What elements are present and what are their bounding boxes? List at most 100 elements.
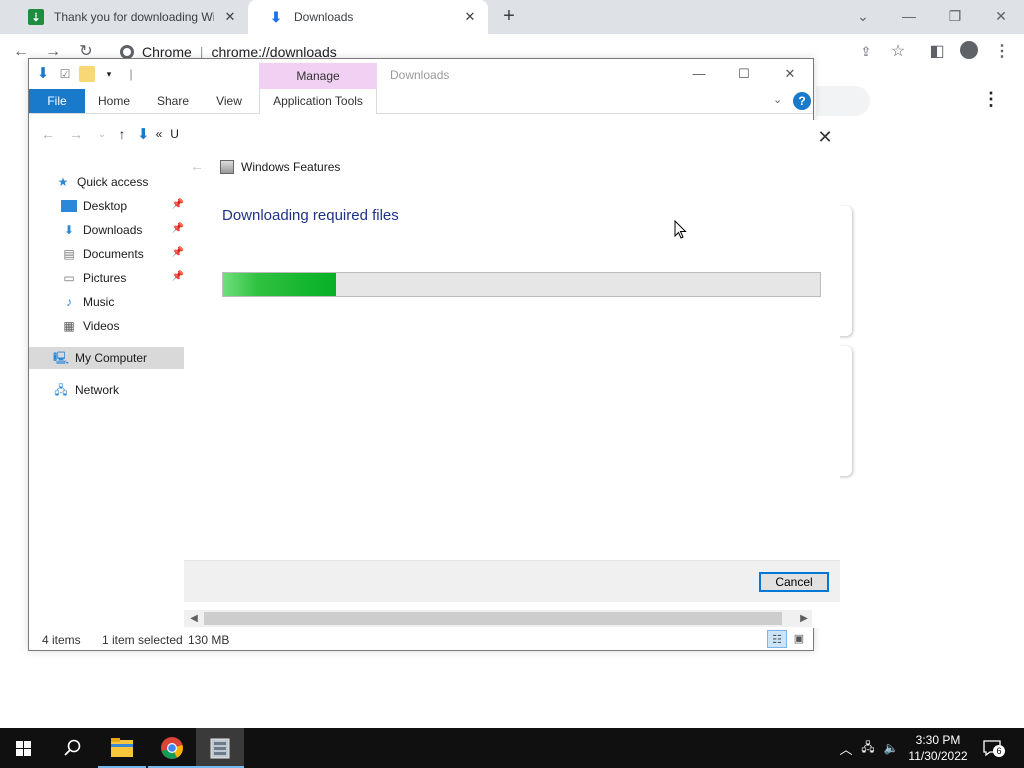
- notification-count-badge: 6: [993, 745, 1005, 757]
- pin-icon: 📌: [171, 223, 184, 234]
- qat-divider: |: [129, 67, 133, 81]
- close-icon[interactable]: ✕: [814, 126, 836, 148]
- dialog-footer: Cancel: [184, 560, 840, 602]
- close-tab-icon[interactable]: ✕: [222, 9, 238, 25]
- scroll-thumb[interactable]: [204, 612, 782, 625]
- scroll-right-icon[interactable]: ▶: [796, 610, 812, 627]
- close-window-button[interactable]: ✕: [989, 4, 1013, 28]
- customize-toolbar-icon[interactable]: ▾: [101, 66, 117, 82]
- large-icons-view-icon[interactable]: ▣: [789, 630, 809, 648]
- action-center-button[interactable]: 6: [982, 738, 1005, 758]
- bookmark-star-icon[interactable]: ☆: [887, 41, 909, 63]
- tab-downloads[interactable]: ⬇ Downloads ✕: [248, 0, 488, 34]
- folder-icon: [111, 738, 133, 757]
- documents-icon: ▤: [63, 247, 75, 261]
- address-row: ← → ⌄ ↑ ⬇ « U: [29, 119, 189, 149]
- pictures-icon: ▭: [63, 271, 75, 285]
- taskbar-clock[interactable]: 3:30 PM 11/30/2022: [900, 732, 976, 764]
- explorer-title-bar: ⬇ ☑ ▾ | Manage Downloads — ☐ ✕: [29, 59, 813, 90]
- nav-pictures[interactable]: ▭ Pictures 📌: [29, 267, 184, 289]
- progress-fill: [223, 273, 337, 296]
- desktop-icon: [61, 200, 77, 212]
- download-folder-icon: ⬇: [36, 65, 50, 82]
- start-button[interactable]: [0, 728, 48, 768]
- windows-features-dialog: ✕ ← Windows Features Downloading require…: [184, 120, 840, 628]
- maximize-button[interactable]: ☐: [730, 64, 758, 84]
- ribbon-tab-application-tools[interactable]: Application Tools: [259, 89, 377, 114]
- address-bar[interactable]: ⬇ « U: [137, 124, 179, 144]
- nav-downloads[interactable]: ⬇ Downloads 📌: [29, 219, 184, 241]
- scroll-left-icon[interactable]: ◀: [186, 610, 202, 627]
- ribbon-tab-view[interactable]: View: [209, 89, 249, 113]
- nav-network[interactable]: 🖧 Network: [29, 379, 184, 401]
- profile-avatar-icon[interactable]: [958, 41, 980, 63]
- taskbar-file-explorer[interactable]: [98, 728, 146, 768]
- chrome-logo-icon: [120, 45, 134, 59]
- help-icon[interactable]: ?: [793, 92, 811, 110]
- new-tab-button[interactable]: +: [498, 6, 520, 28]
- tab-search-icon[interactable]: ⌄: [851, 4, 875, 28]
- tab-thank-you[interactable]: ⇣ Thank you for downloading Wind ✕: [8, 0, 248, 34]
- ribbon-tab-file[interactable]: File: [29, 89, 85, 113]
- status-bar: 4 items 1 item selected 130 MB: [29, 629, 813, 651]
- back-icon[interactable]: ←: [39, 125, 57, 143]
- ribbon-tabs: File Home Share View Application Tools ⌄…: [29, 89, 813, 114]
- star-icon: ★: [57, 175, 69, 189]
- download-arrow-icon: ⬇: [270, 8, 282, 25]
- show-hidden-icons-icon[interactable]: ︿: [836, 739, 856, 758]
- share-icon[interactable]: ⇪: [855, 41, 877, 63]
- nav-my-computer[interactable]: 🖳 My Computer: [29, 347, 184, 369]
- nav-documents[interactable]: ▤ Documents 📌: [29, 243, 184, 265]
- explorer-window-title: Downloads: [390, 68, 450, 82]
- navigation-pane: ★ Quick access Desktop 📌 ⬇ Downloads 📌 ▤…: [29, 169, 184, 419]
- manage-context-tab[interactable]: Manage: [259, 63, 377, 90]
- search-button[interactable]: [48, 728, 96, 768]
- restore-button[interactable]: ❐: [943, 4, 967, 28]
- nav-label: Videos: [83, 319, 120, 333]
- side-panel-icon[interactable]: ◧: [926, 41, 948, 63]
- minimize-button[interactable]: —: [685, 64, 713, 84]
- pin-icon: 📌: [171, 199, 184, 210]
- close-button[interactable]: ✕: [776, 64, 804, 84]
- up-icon[interactable]: ↑: [113, 125, 131, 143]
- view-switcher: ☷ ▣: [765, 630, 809, 648]
- downloads-menu-icon[interactable]: ⋮: [982, 88, 1000, 112]
- details-view-icon[interactable]: ☷: [767, 630, 787, 648]
- downloads-icon: ⬇: [63, 223, 75, 237]
- taskbar-windows-features[interactable]: [196, 728, 244, 768]
- expand-ribbon-icon[interactable]: ⌄: [773, 93, 782, 106]
- windows-logo-icon: [16, 741, 31, 756]
- network-icon: 🖧: [54, 383, 68, 397]
- close-tab-icon[interactable]: ✕: [462, 9, 478, 25]
- nav-label: My Computer: [75, 351, 148, 365]
- ribbon-tab-share[interactable]: Share: [151, 89, 195, 113]
- nav-desktop[interactable]: Desktop 📌: [29, 195, 184, 217]
- sheet-favicon-icon: ⇣: [28, 9, 44, 25]
- mouse-pointer-icon: [674, 220, 687, 239]
- downloads-search-bar[interactable]: [816, 86, 870, 116]
- tab-title: Thank you for downloading Wind: [54, 10, 214, 24]
- chrome-menu-icon[interactable]: ⋮: [991, 41, 1013, 63]
- clock-date: 11/30/2022: [908, 749, 968, 763]
- volume-icon[interactable]: 🔈: [880, 741, 902, 755]
- minimize-button[interactable]: —: [897, 4, 921, 28]
- nav-quick-access[interactable]: ★ Quick access: [29, 171, 184, 193]
- network-status-icon[interactable]: 🖧: [856, 738, 880, 759]
- pin-icon: 📌: [171, 271, 184, 282]
- new-folder-icon[interactable]: [79, 66, 95, 82]
- nav-label: Network: [75, 383, 120, 397]
- nav-label: Downloads: [83, 223, 143, 237]
- properties-icon[interactable]: ☑: [57, 66, 73, 82]
- horizontal-scrollbar[interactable]: ◀ ▶: [184, 610, 812, 627]
- pin-icon: 📌: [171, 247, 184, 258]
- windows-features-icon: [210, 738, 230, 759]
- forward-icon[interactable]: →: [67, 125, 85, 143]
- search-icon: [64, 739, 81, 756]
- nav-videos[interactable]: ▦ Videos: [29, 315, 184, 337]
- ribbon-tab-home[interactable]: Home: [93, 89, 135, 113]
- cancel-button[interactable]: Cancel: [759, 572, 829, 592]
- system-tray: ︿ 🖧 🔈: [836, 728, 902, 768]
- taskbar-chrome[interactable]: [148, 728, 196, 768]
- recent-locations-icon[interactable]: ⌄: [93, 125, 111, 143]
- nav-music[interactable]: ♪ Music: [29, 291, 184, 313]
